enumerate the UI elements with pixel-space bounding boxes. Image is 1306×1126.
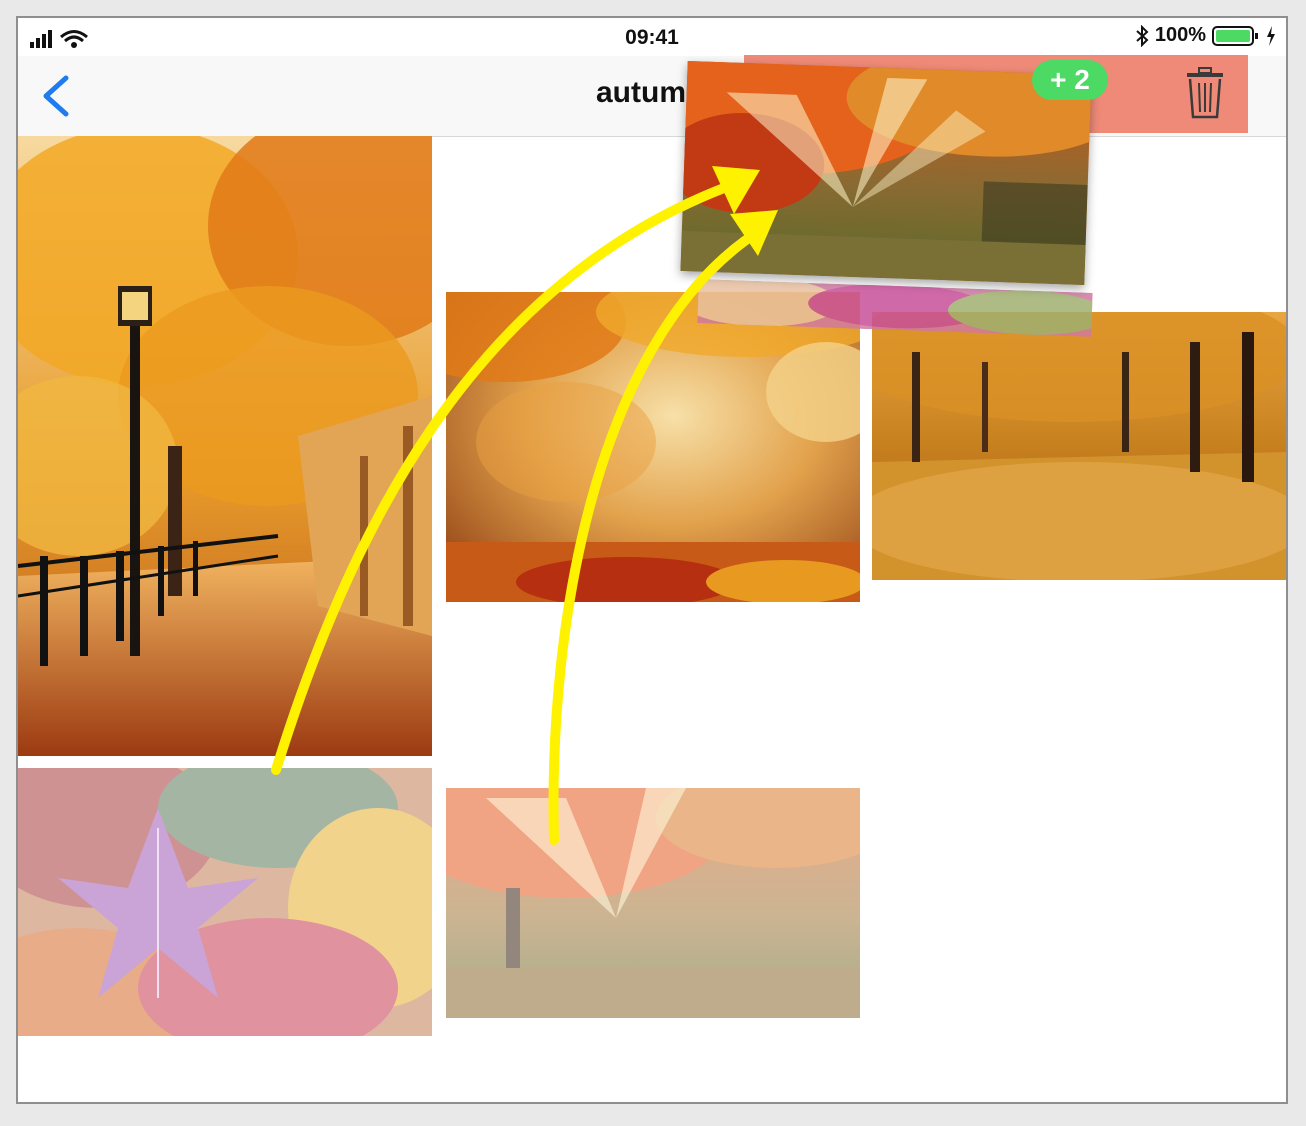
annotation-arrows	[271, 166, 778, 845]
device-screen: 09:41 100% autum + 2	[16, 16, 1288, 1104]
